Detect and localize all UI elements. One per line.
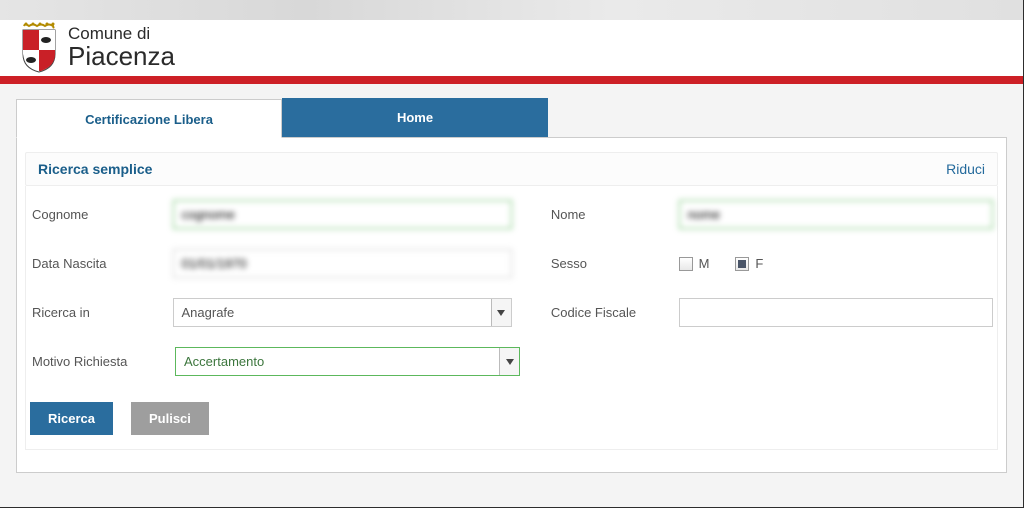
select-ricerca-in[interactable]: Anagrafe (173, 298, 512, 327)
piacenza-shield-logo (18, 22, 60, 74)
tab-certificazione-libera[interactable]: Certificazione Libera (16, 99, 282, 138)
label-cognome: Cognome (32, 207, 88, 222)
label-motivo-richiesta: Motivo Richiesta (32, 354, 127, 369)
label-sesso: Sesso (551, 256, 587, 271)
header-line2: Piacenza (68, 43, 175, 70)
select-motivo-richiesta-value: Accertamento (176, 348, 499, 375)
tab-home[interactable]: Home (282, 98, 548, 137)
select-motivo-richiesta[interactable]: Accertamento (175, 347, 520, 376)
checkbox-sesso-f[interactable] (735, 257, 749, 271)
label-sesso-f: F (755, 256, 763, 271)
select-ricerca-in-value: Anagrafe (174, 299, 491, 326)
search-panel: Ricerca semplice Riduci Cognome Nome Dat… (16, 138, 1007, 473)
label-sesso-m: M (699, 256, 710, 271)
clear-button[interactable]: Pulisci (131, 402, 209, 435)
input-nome[interactable] (679, 200, 993, 229)
label-nome: Nome (551, 207, 586, 222)
input-codice-fiscale[interactable] (679, 298, 993, 327)
label-data-nascita: Data Nascita (32, 256, 106, 271)
chevron-down-icon (499, 348, 519, 375)
input-cognome[interactable] (173, 200, 512, 229)
input-data-nascita[interactable] (173, 249, 512, 278)
collapse-link[interactable]: Riduci (946, 161, 985, 177)
label-codice-fiscale: Codice Fiscale (551, 305, 636, 320)
top-decoration (0, 0, 1023, 20)
checkbox-sesso-m[interactable] (679, 257, 693, 271)
app-header: Comune di Piacenza (0, 20, 1023, 84)
chevron-down-icon (491, 299, 511, 326)
tabs-bar: Certificazione Libera Home (16, 98, 1007, 138)
panel-header: Ricerca semplice Riduci (25, 152, 998, 186)
label-ricerca-in: Ricerca in (32, 305, 90, 320)
search-form: Cognome Nome Data Nascita Sesso M (25, 186, 998, 450)
panel-title: Ricerca semplice (38, 161, 152, 177)
search-button[interactable]: Ricerca (30, 402, 113, 435)
